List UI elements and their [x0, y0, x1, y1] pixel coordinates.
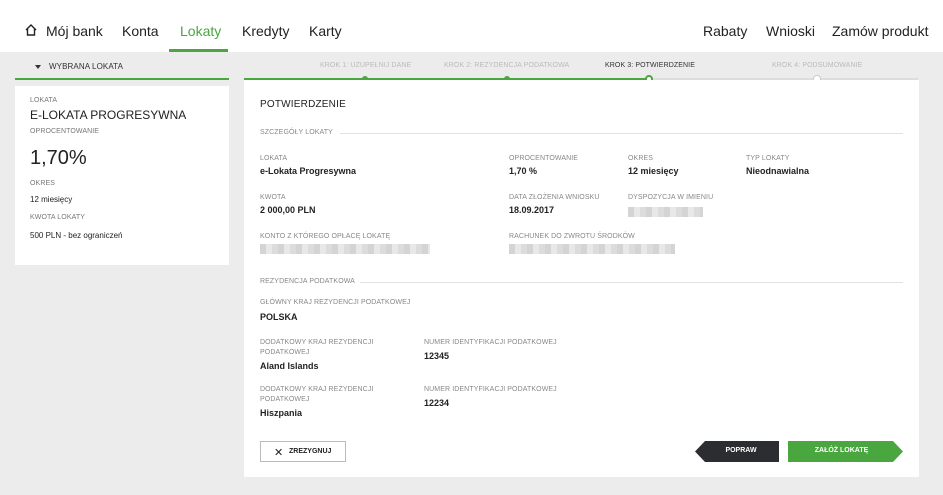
- step-2-label: KROK 2: REZYDENCJA PODATKOWA: [444, 62, 570, 69]
- disposition-redacted: [628, 207, 703, 217]
- period-value: 12 miesięcy: [30, 195, 73, 204]
- selected-deposit-header[interactable]: WYBRANA LOKATA: [15, 58, 229, 80]
- type-value: Nieodnawialna: [746, 166, 810, 176]
- amount-label: KWOTA: [260, 194, 286, 201]
- page-title: POTWIERDZENIE: [260, 99, 346, 110]
- tin-1-label: NUMER IDENTYFIKACJI PODATKOWEJ: [424, 339, 557, 346]
- details-section-title: SZCZEGÓŁY LOKATY: [260, 129, 333, 136]
- amount-value: 2 000,00 PLN: [260, 205, 316, 215]
- top-navigation: Mój bank Konta Lokaty Kredyty Karty Raba…: [0, 0, 943, 52]
- rate-label: OPROCENTOWANIE: [30, 128, 100, 135]
- source-account-label: KONTO Z KTÓREGO OPŁACĘ LOKATĘ: [260, 233, 391, 240]
- nav-deposits[interactable]: Lokaty: [180, 0, 221, 52]
- caret-down-icon: [35, 65, 41, 69]
- nav-credits[interactable]: Kredyty: [242, 0, 289, 52]
- step-3-label: KROK 3: POTWIERDZENIE: [605, 62, 695, 69]
- rate-label: OPROCENTOWANIE: [509, 155, 579, 162]
- divider: [340, 133, 903, 134]
- open-deposit-button[interactable]: ZAŁÓŻ LOKATĘ: [788, 441, 903, 462]
- deposit-label: LOKATA: [30, 97, 58, 104]
- main-country-value: POLSKA: [260, 312, 298, 322]
- selected-deposit-card: LOKATA E-LOKATA PROGRESYWNA OPROCENTOWAN…: [15, 86, 229, 265]
- home-icon[interactable]: [24, 23, 38, 37]
- period-label: OKRES: [30, 180, 56, 187]
- correct-button[interactable]: POPRAW: [695, 441, 779, 462]
- confirmation-panel: POTWIERDZENIE SZCZEGÓŁY LOKATY LOKATA e-…: [244, 80, 919, 477]
- period-label: OKRES: [628, 155, 654, 162]
- date-label: DATA ZŁOŻENIA WNIOSKU: [509, 194, 600, 201]
- deposit-name: E-LOKATA PROGRESYWNA: [30, 108, 187, 122]
- disposition-label: DYSPOZYCJA W IMIENIU: [628, 194, 714, 201]
- nav-discounts[interactable]: Rabaty: [703, 0, 747, 52]
- return-account-label: RACHUNEK DO ZWROTU ŚRODKÓW: [509, 233, 635, 240]
- cancel-button-label: ZREZYGNUJ: [289, 448, 332, 455]
- divider: [360, 282, 903, 283]
- source-account-redacted: [260, 244, 430, 254]
- tax-section-title: REZYDENCJA PODATKOWA: [260, 278, 355, 285]
- nav-home[interactable]: Mój bank: [46, 0, 103, 52]
- extra-country-1-value: Aland Islands: [260, 361, 319, 371]
- main-country-label: GŁÓWNY KRAJ REZYDENCJI PODATKOWEJ: [260, 299, 411, 306]
- close-icon: ✕: [274, 447, 284, 459]
- rate-value: 1,70%: [30, 147, 87, 169]
- nav-accounts[interactable]: Konta: [122, 0, 159, 52]
- tin-2-label: NUMER IDENTYFIKACJI PODATKOWEJ: [424, 386, 557, 393]
- deposit-label: LOKATA: [260, 155, 288, 162]
- selected-deposit-title: WYBRANA LOKATA: [49, 62, 124, 71]
- rate-value: 1,70 %: [509, 166, 538, 176]
- correct-button-label: POPRAW: [725, 447, 757, 454]
- nav-cards[interactable]: Karty: [309, 0, 342, 52]
- nav-order-product[interactable]: Zamów produkt: [832, 0, 928, 52]
- amount-label: KWOTA LOKATY: [30, 214, 86, 221]
- type-label: TYP LOKATY: [746, 155, 790, 162]
- step-4-label: KROK 4: PODSUMOWANIE: [772, 62, 863, 69]
- cancel-button[interactable]: ✕ ZREZYGNUJ: [260, 441, 346, 462]
- tin-1-value: 12345: [424, 351, 450, 361]
- period-value: 12 miesięcy: [628, 166, 679, 176]
- date-value: 18.09.2017: [509, 205, 555, 215]
- tin-2-value: 12234: [424, 398, 450, 408]
- amount-value: 500 PLN - bez ograniczeń: [30, 231, 123, 240]
- extra-country-2-label: DODATKOWY KRAJ REZYDENCJI PODATKOWEJ: [260, 386, 374, 403]
- return-account-redacted: [509, 244, 675, 254]
- deposit-value: e-Lokata Progresywna: [260, 166, 357, 176]
- extra-country-2-value: Hiszpania: [260, 408, 303, 418]
- step-1-label: KROK 1: UZUPEŁNIJ DANE: [320, 62, 412, 69]
- active-nav-indicator: [169, 49, 228, 52]
- nav-applications[interactable]: Wnioski: [766, 0, 815, 52]
- extra-country-1-label: DODATKOWY KRAJ REZYDENCJI PODATKOWEJ: [260, 339, 374, 356]
- open-deposit-button-label: ZAŁÓŻ LOKATĘ: [814, 447, 869, 454]
